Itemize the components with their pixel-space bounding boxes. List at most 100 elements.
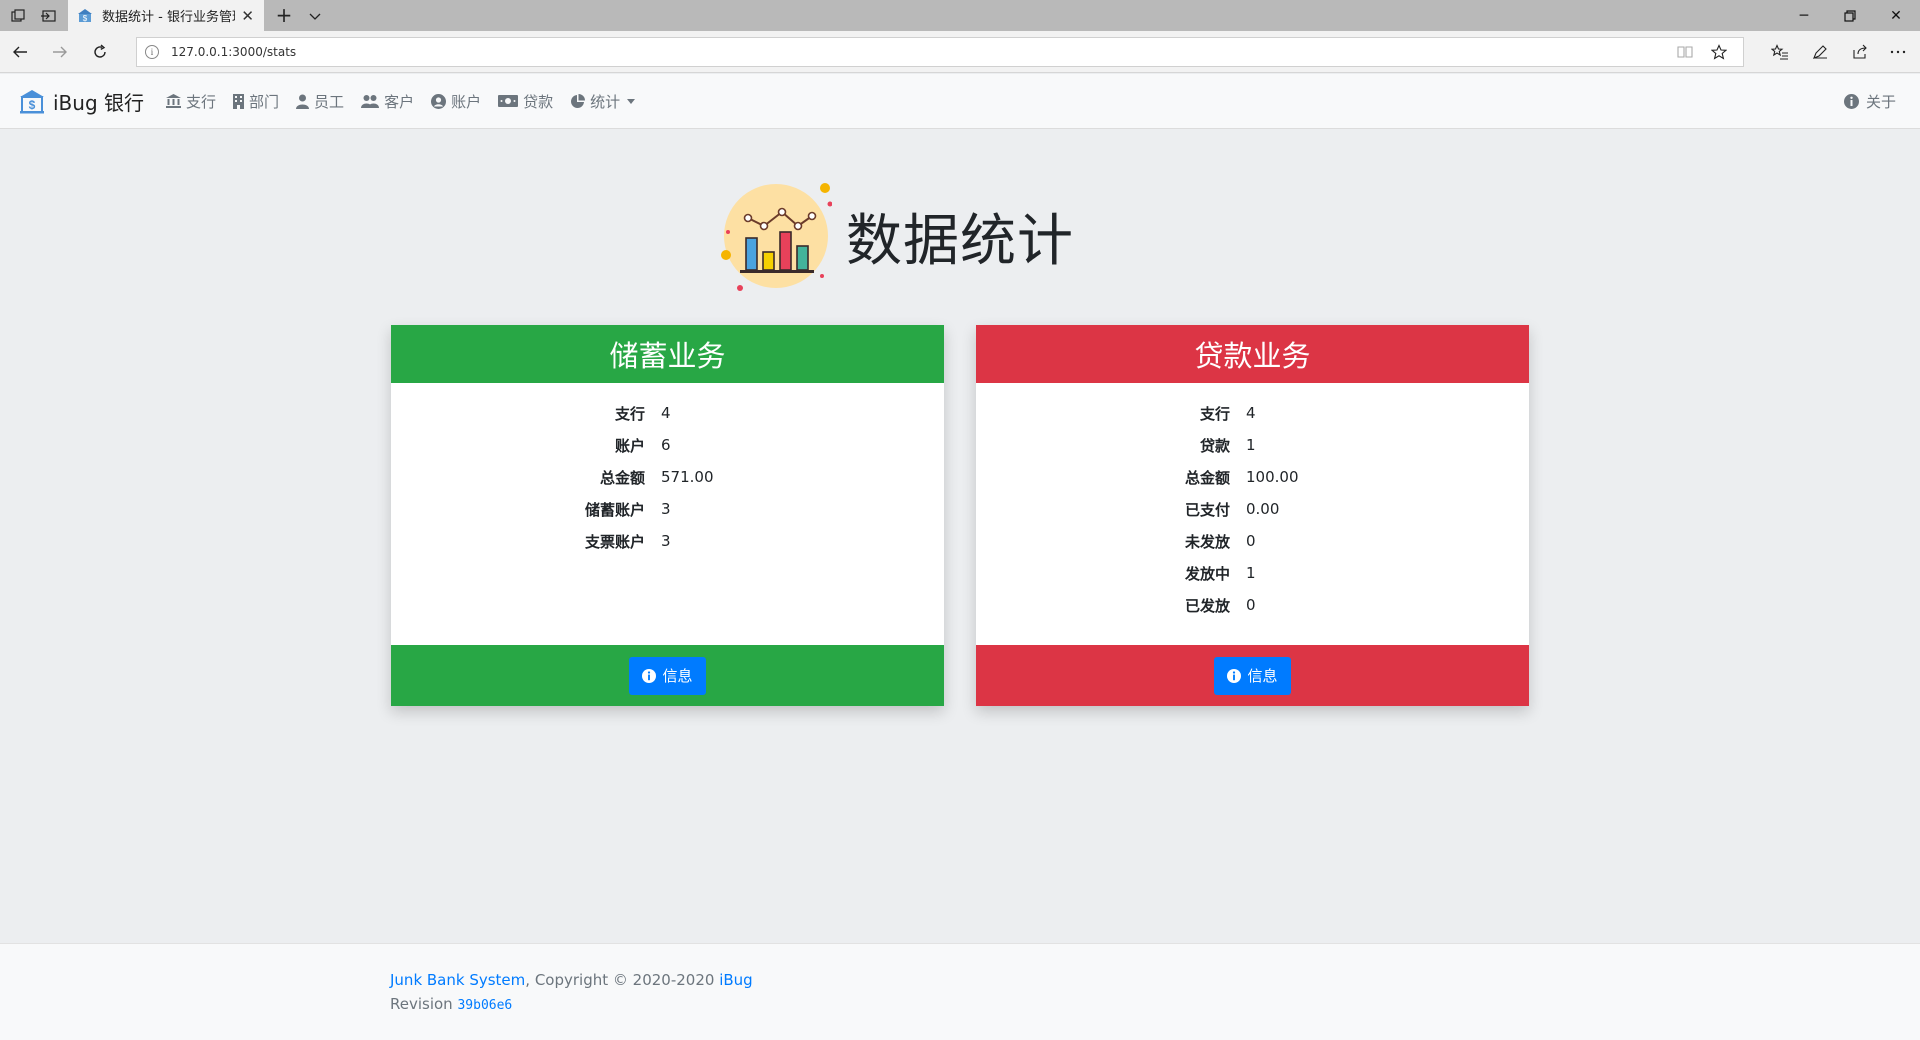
pen-notes-icon[interactable] — [1808, 40, 1832, 64]
nav-item-loans[interactable]: 贷款 — [498, 91, 553, 112]
app-navbar: $ iBug 银行 支行 部门 员工 客户 账户 贷款 统计 关于 — [0, 74, 1920, 129]
stat-label: 储蓄账户 — [584, 500, 645, 519]
nav-item-about[interactable]: 关于 — [1843, 74, 1896, 129]
svg-text:$: $ — [29, 98, 36, 112]
nav-label-loans: 贷款 — [523, 92, 554, 111]
page-header: 数据统计 — [720, 180, 1080, 292]
money-icon — [498, 95, 519, 107]
bank-logo-icon: $ — [20, 90, 44, 114]
info-circle-icon — [1227, 668, 1242, 683]
stat-row: 总金额 100.00 — [976, 461, 1529, 493]
close-window-icon[interactable]: ✕ — [1873, 0, 1919, 31]
stat-label: 已支付 — [1184, 500, 1230, 519]
revision-label: Revision — [390, 995, 458, 1013]
stat-value: 100.00 — [1246, 468, 1299, 486]
loans-card: 贷款业务 支行 4 贷款 1 总金额 100.00 已支付 0.00 未发放 0 发放中 1… — [976, 325, 1529, 706]
nav-item-accounts[interactable]: 账户 — [431, 91, 481, 112]
minimize-icon[interactable]: ─ — [1781, 0, 1827, 31]
copyright-text: , Copyright © 2020-2020 — [525, 971, 720, 989]
stat-row: 支票账户 3 — [391, 525, 944, 557]
nav-item-branches[interactable]: 支行 — [166, 91, 216, 112]
nav-item-customers[interactable]: 客户 — [361, 91, 414, 112]
caret-down-icon — [627, 98, 636, 104]
building-icon — [233, 93, 245, 109]
forward-icon[interactable] — [48, 40, 72, 64]
footer-revision: Revision 39b06e6 — [390, 995, 512, 1013]
site-info-icon[interactable]: i — [145, 45, 159, 59]
stat-label: 贷款 — [1199, 436, 1230, 455]
page-footer: Junk Bank System, Copyright © 2020-2020 … — [0, 943, 1920, 1040]
browser-address-bar: i 127.0.0.1:3000/stats — [0, 31, 1920, 73]
savings-card: 储蓄业务 支行 4 账户 6 总金额 571.00 储蓄账户 3 支票账户 3 信息 — [391, 325, 944, 706]
stat-row: 发放中 1 — [976, 557, 1529, 589]
stat-label: 支行 — [614, 404, 645, 423]
nav-label-branches: 支行 — [186, 92, 217, 111]
set-aside-tabs-icon[interactable] — [36, 4, 60, 28]
user-icon — [296, 94, 310, 109]
svg-text:$: $ — [83, 14, 88, 23]
loans-info-button[interactable]: 信息 — [1214, 656, 1291, 695]
more-menu-icon[interactable] — [1886, 40, 1910, 64]
stat-row: 总金额 571.00 — [391, 461, 944, 493]
tab-list-chevron-icon[interactable] — [304, 4, 326, 28]
loans-card-footer: 信息 — [976, 645, 1529, 706]
nav-item-departments[interactable]: 部门 — [233, 91, 279, 112]
nav-label-about: 关于 — [1865, 93, 1896, 111]
loans-card-title: 贷款业务 — [1194, 339, 1311, 373]
restore-icon[interactable] — [1827, 0, 1873, 31]
info-circle-icon — [642, 668, 657, 683]
nav-label-departments: 部门 — [249, 92, 280, 111]
new-tab-icon[interactable]: + — [272, 4, 296, 28]
url-field[interactable]: i 127.0.0.1:3000/stats — [136, 37, 1744, 67]
loans-card-body: 支行 4 贷款 1 总金额 100.00 已支付 0.00 未发放 0 发放中 1 已发放 0 — [976, 383, 1529, 645]
stat-row: 账户 6 — [391, 429, 944, 461]
reading-view-icon[interactable] — [1677, 38, 1693, 66]
page-title: 数据统计 — [846, 208, 1074, 274]
favorite-star-icon[interactable] — [1711, 38, 1727, 66]
savings-card-footer: 信息 — [391, 645, 944, 706]
stat-value: 0 — [1246, 596, 1256, 614]
stat-row: 未发放 0 — [976, 525, 1529, 557]
stat-value: 3 — [661, 500, 671, 518]
stat-row: 贷款 1 — [976, 429, 1529, 461]
stat-label: 支行 — [1199, 404, 1230, 423]
stat-row: 储蓄账户 3 — [391, 493, 944, 525]
project-link[interactable]: Junk Bank System — [390, 971, 525, 989]
back-icon[interactable] — [8, 40, 32, 64]
url-text: 127.0.0.1:3000/stats — [171, 45, 297, 59]
nav-label-employees: 员工 — [314, 92, 345, 111]
stat-value: 1 — [1246, 564, 1256, 582]
loans-info-label: 信息 — [1247, 667, 1278, 685]
nav-label-customers: 客户 — [384, 92, 415, 111]
author-link[interactable]: iBug — [719, 971, 753, 989]
nav-item-employees[interactable]: 员工 — [296, 91, 344, 112]
info-circle-icon — [1843, 94, 1859, 109]
stat-row: 支行 4 — [391, 397, 944, 429]
brand-link[interactable]: $ iBug 银行 — [19, 87, 144, 116]
stat-value: 0 — [1246, 532, 1256, 550]
revision-hash[interactable]: 39b06e6 — [457, 998, 512, 1013]
nav-item-statistics-dropdown[interactable]: 统计 — [570, 91, 636, 112]
stat-value: 4 — [1246, 404, 1256, 422]
nav-label-statistics: 统计 — [590, 92, 621, 111]
browser-tab-bar: $ 数据统计 - 银行业务管理 ✕ + ─ ✕ — [0, 0, 1920, 31]
bank-favicon-icon: $ — [78, 8, 92, 23]
stat-label: 发放中 — [1184, 564, 1230, 583]
savings-info-button[interactable]: 信息 — [629, 656, 706, 695]
close-tab-icon[interactable]: ✕ — [241, 7, 254, 25]
refresh-icon[interactable] — [88, 40, 112, 64]
user-circle-icon — [431, 93, 447, 109]
share-icon[interactable] — [1848, 40, 1872, 64]
stat-label: 支票账户 — [584, 532, 645, 551]
stat-label: 总金额 — [1184, 468, 1230, 487]
nav-label-accounts: 账户 — [451, 92, 482, 111]
savings-card-title: 储蓄业务 — [609, 339, 726, 373]
stat-value: 0.00 — [1246, 500, 1280, 518]
favorites-list-icon[interactable] — [1768, 40, 1792, 64]
stat-value: 3 — [661, 532, 671, 550]
tab-actions-icon[interactable] — [6, 4, 30, 28]
savings-card-header: 储蓄业务 — [391, 325, 944, 383]
stat-value: 1 — [1246, 436, 1256, 454]
stat-value: 4 — [661, 404, 671, 422]
browser-tab-active[interactable]: $ 数据统计 - 银行业务管理 ✕ — [68, 0, 264, 31]
